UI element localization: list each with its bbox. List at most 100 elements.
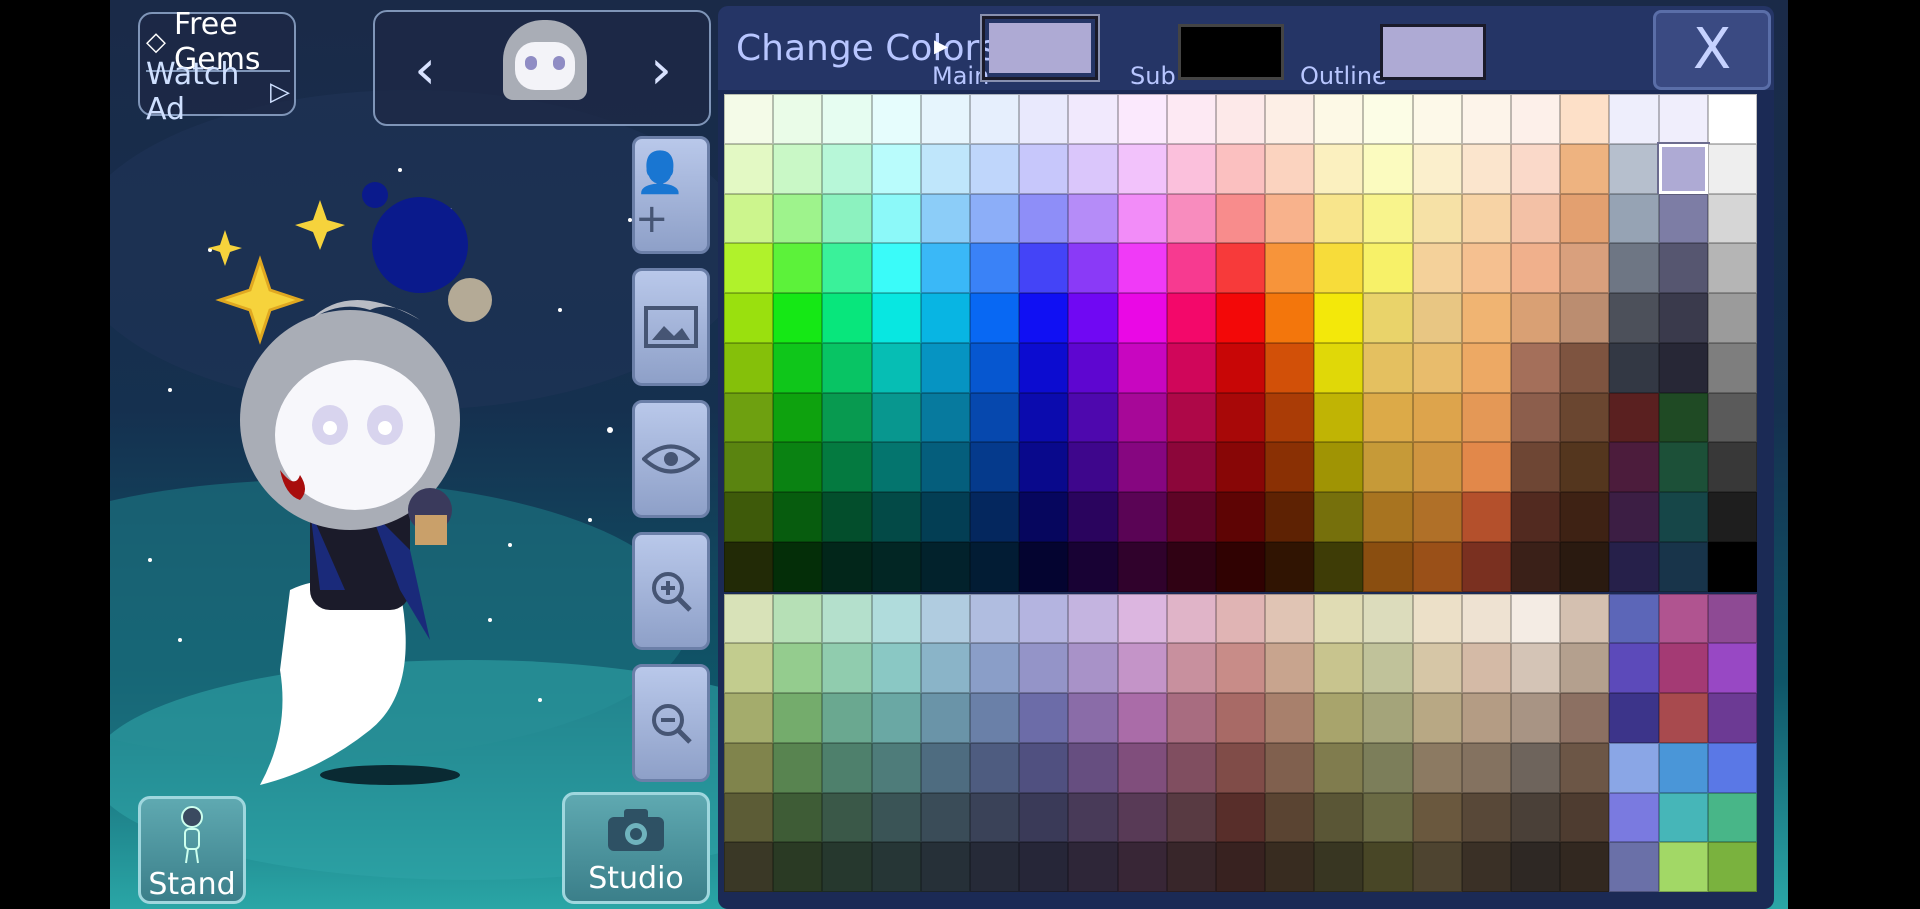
color-swatch[interactable] xyxy=(1019,392,1069,443)
color-swatch[interactable] xyxy=(1265,342,1315,393)
color-swatch[interactable] xyxy=(1363,293,1413,343)
color-swatch[interactable] xyxy=(1412,442,1462,492)
color-swatch[interactable] xyxy=(1412,643,1462,693)
color-swatch[interactable] xyxy=(724,492,774,542)
color-swatch[interactable] xyxy=(969,842,1020,892)
color-swatch[interactable] xyxy=(1019,442,1069,492)
color-swatch[interactable] xyxy=(1215,792,1266,843)
color-swatch[interactable] xyxy=(920,293,970,343)
color-swatch[interactable] xyxy=(1166,442,1216,492)
color-swatch[interactable] xyxy=(1019,643,1069,693)
color-swatch[interactable] xyxy=(969,492,1020,542)
color-swatch[interactable] xyxy=(1609,442,1659,492)
color-swatch[interactable] xyxy=(1068,842,1118,892)
color-swatch[interactable] xyxy=(1265,541,1315,592)
color-swatch[interactable] xyxy=(1215,442,1266,492)
color-swatch[interactable] xyxy=(969,193,1020,244)
color-swatch[interactable] xyxy=(969,342,1020,393)
color-swatch[interactable] xyxy=(1166,842,1216,892)
color-swatch[interactable] xyxy=(1412,193,1462,244)
color-swatch[interactable] xyxy=(871,243,921,293)
color-swatch[interactable] xyxy=(1511,593,1561,644)
color-swatch[interactable] xyxy=(871,593,921,644)
color-swatch[interactable] xyxy=(1412,541,1462,592)
color-swatch[interactable] xyxy=(1166,243,1216,293)
color-swatch[interactable] xyxy=(1314,593,1364,644)
color-swatch[interactable] xyxy=(1068,243,1118,293)
color-swatch[interactable] xyxy=(1560,243,1610,293)
color-swatch[interactable] xyxy=(773,792,823,843)
color-swatch[interactable] xyxy=(1068,792,1118,843)
color-swatch[interactable] xyxy=(1560,693,1610,743)
color-swatch[interactable] xyxy=(724,243,774,293)
color-swatch[interactable] xyxy=(773,143,823,194)
outline-color-swatch[interactable] xyxy=(1380,24,1486,80)
color-swatch[interactable] xyxy=(1609,593,1659,644)
color-swatch[interactable] xyxy=(1215,392,1266,443)
color-swatch[interactable] xyxy=(1707,792,1757,843)
color-swatch[interactable] xyxy=(822,392,872,443)
color-swatch[interactable] xyxy=(1560,792,1610,843)
color-swatch[interactable] xyxy=(1707,541,1757,592)
color-swatch[interactable] xyxy=(1068,193,1118,244)
color-swatch[interactable] xyxy=(822,442,872,492)
color-swatch[interactable] xyxy=(969,593,1020,644)
color-swatch[interactable] xyxy=(724,193,774,244)
color-swatch[interactable] xyxy=(1707,193,1757,244)
color-swatch[interactable] xyxy=(920,143,970,194)
color-swatch[interactable] xyxy=(1314,742,1364,793)
color-swatch[interactable] xyxy=(1117,392,1167,443)
color-swatch[interactable] xyxy=(822,94,872,144)
color-swatch[interactable] xyxy=(1609,193,1659,244)
color-swatch[interactable] xyxy=(1265,742,1315,793)
studio-button[interactable]: Studio xyxy=(562,792,710,904)
character-figure[interactable] xyxy=(170,170,630,810)
color-swatch[interactable] xyxy=(1215,94,1266,144)
color-swatch[interactable] xyxy=(1707,392,1757,443)
close-button[interactable]: X xyxy=(1653,10,1771,90)
color-swatch[interactable] xyxy=(1658,492,1708,542)
color-swatch[interactable] xyxy=(1707,693,1757,743)
color-swatch[interactable] xyxy=(1560,392,1610,443)
color-swatch[interactable] xyxy=(920,442,970,492)
color-swatch[interactable] xyxy=(1461,742,1512,793)
chevron-right-icon[interactable]: › xyxy=(631,40,691,100)
color-swatch[interactable] xyxy=(1658,593,1708,644)
color-swatch[interactable] xyxy=(1019,342,1069,393)
color-swatch[interactable] xyxy=(773,742,823,793)
watch-ad-button[interactable]: Watch Ad ▷ xyxy=(146,57,290,127)
visibility-button[interactable] xyxy=(632,400,710,518)
color-swatch[interactable] xyxy=(871,742,921,793)
color-swatch[interactable] xyxy=(1068,342,1118,393)
color-swatch[interactable] xyxy=(1511,243,1561,293)
color-swatch[interactable] xyxy=(1314,492,1364,542)
color-swatch[interactable] xyxy=(1019,693,1069,743)
color-swatch[interactable] xyxy=(1560,593,1610,644)
color-swatch[interactable] xyxy=(1707,442,1757,492)
color-swatch[interactable] xyxy=(969,541,1020,592)
color-swatch[interactable] xyxy=(773,693,823,743)
color-swatch[interactable] xyxy=(1215,492,1266,542)
color-swatch[interactable] xyxy=(1560,742,1610,793)
color-swatch[interactable] xyxy=(920,742,970,793)
color-swatch[interactable] xyxy=(1117,442,1167,492)
color-swatch[interactable] xyxy=(1658,243,1708,293)
main-color-swatch[interactable] xyxy=(980,14,1100,82)
color-swatch[interactable] xyxy=(822,593,872,644)
color-swatch[interactable] xyxy=(1658,293,1708,343)
color-swatch[interactable] xyxy=(1707,143,1757,194)
color-swatch[interactable] xyxy=(1461,693,1512,743)
color-swatch[interactable] xyxy=(1658,193,1708,244)
color-swatch[interactable] xyxy=(773,593,823,644)
color-swatch[interactable] xyxy=(1265,492,1315,542)
color-swatch[interactable] xyxy=(1412,392,1462,443)
color-swatch[interactable] xyxy=(1412,593,1462,644)
color-swatch[interactable] xyxy=(920,693,970,743)
color-swatch[interactable] xyxy=(969,243,1020,293)
color-swatch[interactable] xyxy=(1314,792,1364,843)
color-swatch[interactable] xyxy=(1215,742,1266,793)
color-swatch[interactable] xyxy=(1363,742,1413,793)
color-swatch[interactable] xyxy=(1019,842,1069,892)
color-swatch[interactable] xyxy=(1215,593,1266,644)
color-swatch[interactable] xyxy=(1658,392,1708,443)
